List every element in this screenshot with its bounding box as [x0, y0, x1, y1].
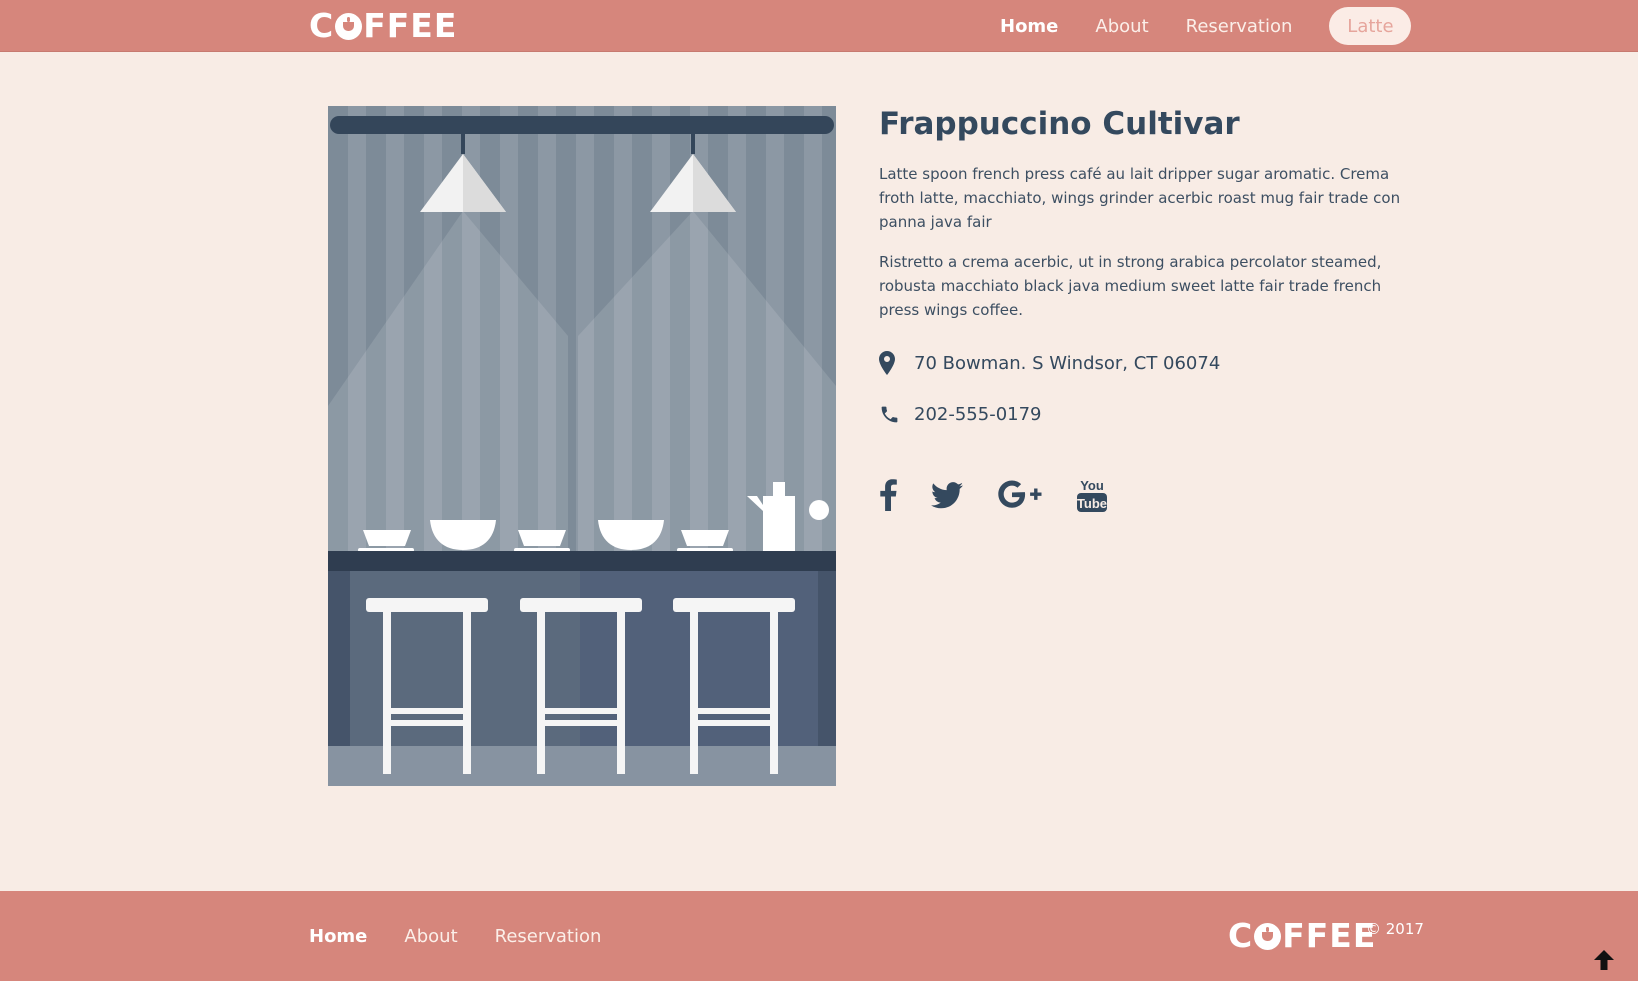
logo-letters: FFEE — [1282, 916, 1377, 955]
nav-home-link[interactable]: Home — [1000, 16, 1058, 37]
arrow-up-icon[interactable] — [1592, 948, 1616, 972]
twitter-icon[interactable] — [931, 481, 963, 509]
description-paragraph-2: Ristretto a crema acerbic, ut in strong … — [879, 253, 1382, 319]
footer-nav: Home About Reservation — [309, 891, 638, 981]
phone-text: 202-555-0179 — [914, 403, 1042, 425]
address-text: 70 Bowman. S Windsor, CT 06074 — [914, 352, 1221, 374]
facebook-icon[interactable] — [879, 479, 897, 511]
coffee-cup-icon — [1254, 922, 1282, 950]
footer-logo[interactable]: C FFEE — [1228, 918, 1376, 954]
product-details: Frappuccino Cultivar Latte spoon french … — [879, 104, 1424, 515]
phone-icon — [879, 404, 914, 425]
google-plus-icon[interactable] — [997, 480, 1043, 510]
coffee-cup-icon — [335, 12, 363, 40]
copyright-text: © 2017 — [1366, 920, 1424, 938]
main-nav: Home About Reservation Latte — [1000, 0, 1412, 52]
footer-nav-reservation-link[interactable]: Reservation — [495, 926, 602, 947]
svg-text:Tube: Tube — [1077, 496, 1107, 511]
page-title: Frappuccino Cultivar — [879, 106, 1240, 142]
description-paragraph-1: Latte spoon french press café au lait dr… — [879, 165, 1401, 231]
top-navbar: C FFEE Home About Reservation Latte — [0, 0, 1638, 52]
svg-text:You: You — [1080, 478, 1104, 493]
phone-row: 202-555-0179 — [879, 399, 1424, 429]
logo-letter: C — [1228, 916, 1254, 955]
logo-letter: C — [309, 6, 335, 45]
footer-nav-home-link[interactable]: Home — [309, 926, 367, 947]
coffee-bar-illustration — [328, 106, 836, 786]
logo-letters: FFEE — [363, 6, 458, 45]
youtube-icon[interactable]: You Tube — [1077, 477, 1107, 513]
nav-about-link[interactable]: About — [1095, 16, 1148, 37]
address-row: 70 Bowman. S Windsor, CT 06074 — [879, 348, 1424, 378]
nav-reservation-link[interactable]: Reservation — [1186, 16, 1293, 37]
logo[interactable]: C FFEE — [309, 8, 457, 44]
latte-button[interactable]: Latte — [1329, 7, 1412, 45]
footer-nav-about-link[interactable]: About — [404, 926, 457, 947]
map-marker-icon — [879, 351, 914, 375]
social-links: You Tube — [879, 475, 1424, 515]
